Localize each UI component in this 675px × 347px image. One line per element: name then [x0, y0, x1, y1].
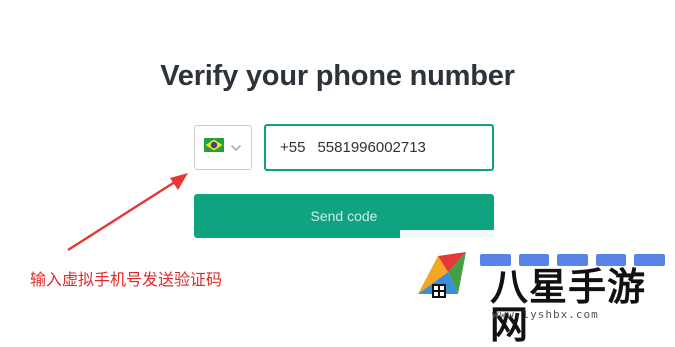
annotation-text: 输入虚拟手机号发送验证码 [30, 270, 223, 289]
watermark-url: www.lyshbx.com [492, 308, 599, 321]
watermark-logo-icon [418, 252, 466, 298]
watermark-brand: 八星手游网 [490, 265, 647, 347]
